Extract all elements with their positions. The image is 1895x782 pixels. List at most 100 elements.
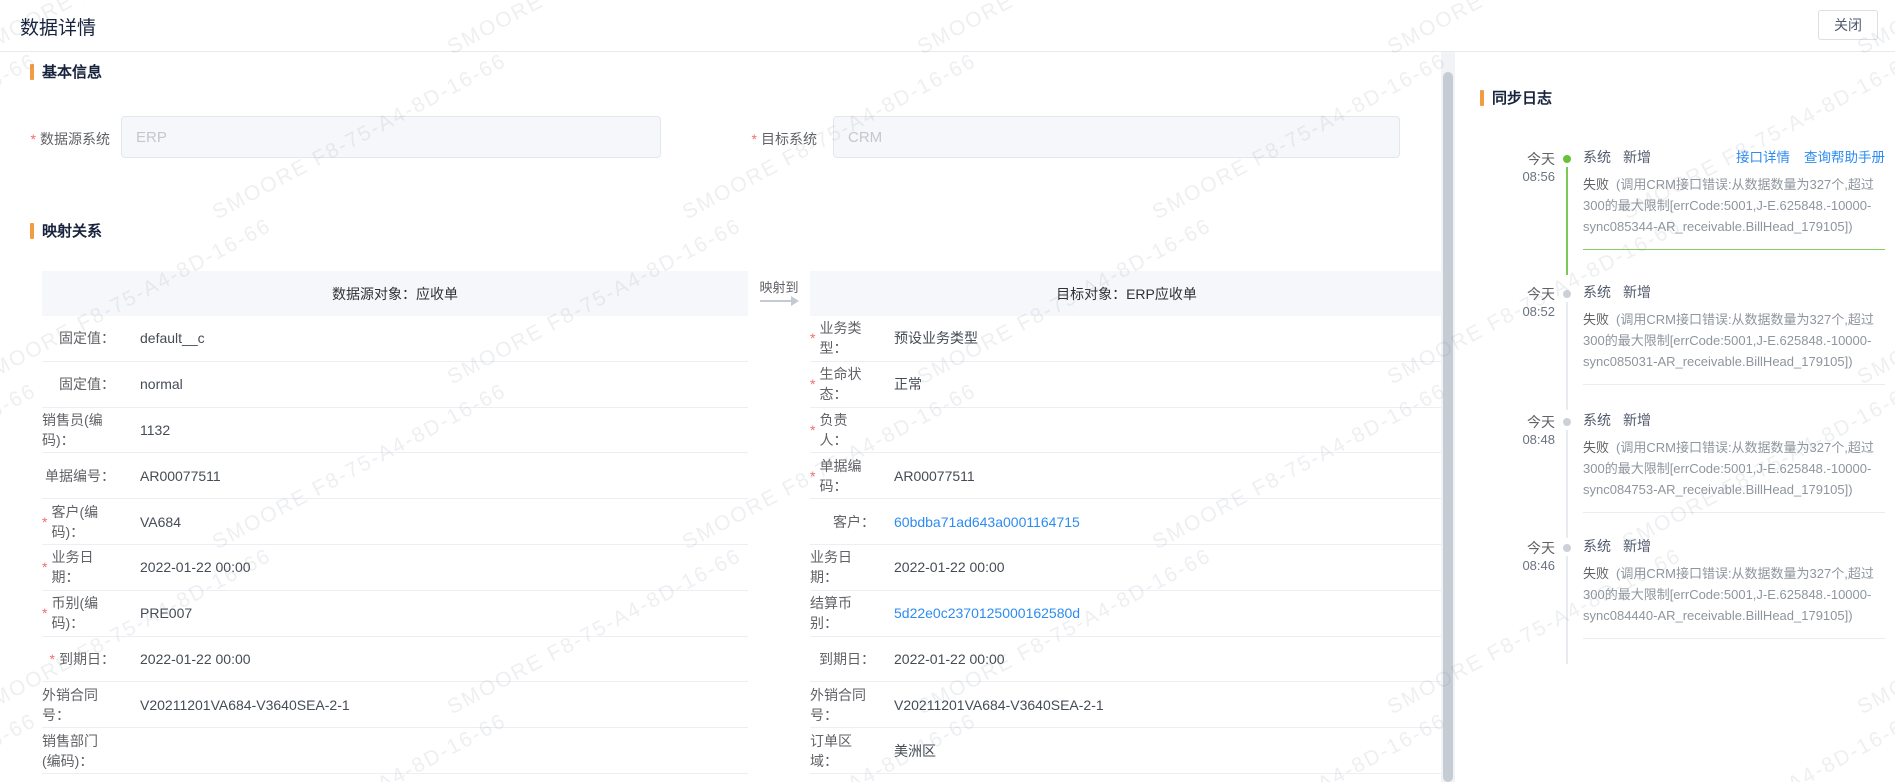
row-label-text: 固定值： xyxy=(59,330,115,347)
row-label-text: 到期日： xyxy=(59,650,115,667)
row-label-text: 业务日期： xyxy=(51,549,94,586)
section-mapping: 映射关系 xyxy=(30,220,102,241)
row-label: 销售员(编码)： xyxy=(42,410,115,450)
row-label-text: 负责人： xyxy=(819,411,848,448)
row-label-text: 业务类型： xyxy=(819,320,862,357)
row-label: 固定值： xyxy=(42,328,115,348)
row-label-text: 币别(编码)： xyxy=(51,595,99,632)
table-row: 单据编号： AR00077511 xyxy=(42,453,748,500)
row-value: PRE007 xyxy=(140,605,193,622)
table-row: 外销合同号： V20211201VA684-V3640SEA-2-1 xyxy=(810,682,1443,729)
watermark-text: SMOORE F8-75-A4-8D-16-66 xyxy=(0,709,41,782)
table-row: 外销合同号： V20211201VA684-V3640SEA-2-1 xyxy=(42,682,748,729)
log-status: 失败 xyxy=(1583,312,1610,327)
section-basic-info: 基本信息 xyxy=(30,61,102,82)
target-object-header: 目标对象：ERP应收单 xyxy=(810,271,1443,316)
row-label: * 单据编码： xyxy=(810,456,875,496)
required-asterisk: * xyxy=(42,559,48,576)
log-head: 系统 新增 xyxy=(1583,283,1885,301)
row-value: 美洲区 xyxy=(894,742,936,759)
row-label-text: 客户(编码)： xyxy=(51,503,99,540)
row-value: 2022-01-22 00:00 xyxy=(894,559,1005,576)
table-row: * 负责人： xyxy=(810,408,1443,454)
row-label-text: 客户： xyxy=(833,513,875,530)
row-label-text: 销售员(编码)： xyxy=(42,411,103,448)
row-label-text: 生命状态： xyxy=(819,366,862,403)
timeline-connector xyxy=(1566,302,1568,410)
log-status: 失败 xyxy=(1583,566,1610,581)
timeline-connector xyxy=(1566,430,1568,538)
log-entry: 今天 08:56 系统 新增 接口详情 查询帮助手册 失败 (调用CRM接口错误:从数据数量为… xyxy=(1480,148,1885,278)
log-entry: 今天 08:52 系统 新增 失败 (调用CRM接口错误:从数据数量为327个,超过300… xyxy=(1480,283,1885,413)
target-system-label: * 目标系统 xyxy=(717,129,817,149)
page-title: 数据详情 xyxy=(20,18,97,39)
log-message: (调用CRM接口错误:从数据数量为327个,超过300的最大限制[errCode… xyxy=(1583,177,1874,234)
row-label-text: 结算币别： xyxy=(810,595,852,632)
target-rows: * 业务类型： 预设业务类型 * 生命状态： 正常 * 负责人： * 单据编码： AR0007751… xyxy=(810,316,1443,774)
log-actor: 系统 xyxy=(1583,538,1611,554)
row-label-text: 业务日期： xyxy=(810,549,852,586)
field-label: 目标系统 xyxy=(761,131,817,147)
log-link[interactable]: 接口详情 xyxy=(1736,150,1790,165)
row-label-text: 单据编码： xyxy=(819,457,862,494)
mapping-arrow: 映射到 xyxy=(748,271,810,316)
required-asterisk: * xyxy=(42,513,48,530)
watermark-text: SMOORE F8-75-A4-8D-16-66 xyxy=(0,379,41,554)
row-label: * 生命状态： xyxy=(810,364,875,404)
close-button[interactable]: 关闭 xyxy=(1818,10,1878,40)
log-content: 系统 新增 失败 (调用CRM接口错误:从数据数量为327个,超过300的最大限制[e… xyxy=(1583,283,1885,372)
log-head: 系统 新增 接口详情 查询帮助手册 xyxy=(1583,148,1885,166)
row-value: default__c xyxy=(140,330,205,347)
row-value: 2022-01-22 00:00 xyxy=(140,559,251,576)
section-accent-bar xyxy=(30,222,34,239)
required-asterisk: * xyxy=(49,650,55,667)
row-label-text: 订单区域： xyxy=(810,732,852,769)
source-rows: 固定值： default__c 固定值： normal 销售员(编码)： 1132 单据编号… xyxy=(42,316,748,774)
row-label: 到期日： xyxy=(810,649,875,669)
table-row: * 单据编码： AR00077511 xyxy=(810,453,1443,500)
row-value-link[interactable]: 60bdba71ad643a0001164715 xyxy=(894,514,1080,530)
row-value: 2022-01-22 00:00 xyxy=(894,650,1005,667)
row-label: * 负责人： xyxy=(810,410,875,450)
source-system-label: * 数据源系统 xyxy=(10,129,110,149)
target-system-input[interactable] xyxy=(833,116,1400,158)
row-value: 预设业务类型 xyxy=(894,330,978,347)
required-asterisk: * xyxy=(810,421,816,438)
row-label: 销售部门(编码)： xyxy=(42,731,115,771)
log-status: 失败 xyxy=(1583,177,1610,192)
scrollbar-thumb[interactable] xyxy=(1443,72,1453,782)
row-label: 业务日期： xyxy=(810,547,875,587)
log-actor: 系统 xyxy=(1583,149,1611,165)
source-object-header: 数据源对象：应收单 xyxy=(42,271,748,316)
log-head: 系统 新增 xyxy=(1583,537,1885,555)
table-row: * 生命状态： 正常 xyxy=(810,362,1443,408)
log-action: 新增 xyxy=(1623,412,1651,428)
row-value: AR00077511 xyxy=(894,467,975,484)
row-label: * 币别(编码)： xyxy=(42,593,115,633)
required-asterisk: * xyxy=(30,131,36,147)
log-time: 08:46 xyxy=(1522,558,1555,573)
log-head: 系统 新增 xyxy=(1583,411,1885,429)
required-asterisk: * xyxy=(810,376,816,393)
section-sync-log: 同步日志 xyxy=(1480,87,1552,108)
row-label: 单据编号： xyxy=(42,466,115,486)
required-asterisk: * xyxy=(810,467,816,484)
log-action: 新增 xyxy=(1623,149,1651,165)
row-value: normal xyxy=(140,376,183,393)
row-value: 正常 xyxy=(894,376,922,393)
row-value: VA684 xyxy=(140,513,181,530)
row-value: V20211201VA684-V3640SEA-2-1 xyxy=(140,696,350,713)
section-accent-bar xyxy=(30,63,34,80)
row-label-text: 单据编号： xyxy=(45,467,115,484)
row-label: * 到期日： xyxy=(42,649,115,669)
row-label: * 业务类型： xyxy=(810,318,875,358)
log-content: 系统 新增 失败 (调用CRM接口错误:从数据数量为327个,超过300的最大限制[e… xyxy=(1583,411,1885,500)
log-date: 今天 xyxy=(1527,540,1555,556)
required-asterisk: * xyxy=(810,330,816,347)
source-system-input[interactable] xyxy=(121,116,661,158)
row-value-link[interactable]: 5d22e0c2370125000162580d xyxy=(894,605,1080,621)
log-link[interactable]: 查询帮助手册 xyxy=(1804,150,1885,165)
timeline-connector xyxy=(1566,167,1568,275)
log-message-block: 失败 (调用CRM接口错误:从数据数量为327个,超过300的最大限制[errCo… xyxy=(1583,174,1885,237)
row-label: * 客户(编码)： xyxy=(42,502,115,542)
